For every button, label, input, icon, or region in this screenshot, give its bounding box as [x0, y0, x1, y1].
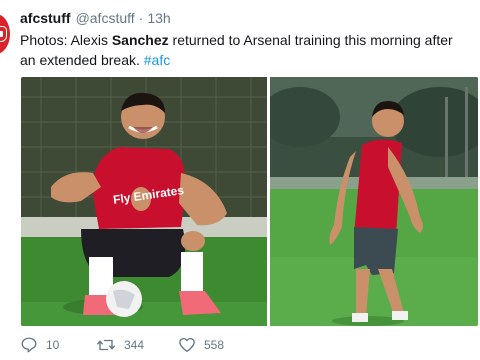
photo-2-image: [270, 77, 478, 326]
retweet-button[interactable]: 344: [96, 336, 178, 354]
tweet-header: afcstuff @afcstuff · 13h: [20, 8, 171, 28]
like-count: 558: [204, 338, 225, 352]
tweet-text-start: Photos: Alexis: [20, 32, 112, 48]
photo-sanchez-walking[interactable]: [270, 77, 478, 326]
user-handle[interactable]: @afcstuff: [76, 10, 135, 26]
tweet-text-highlight: Sanchez: [111, 32, 169, 48]
separator-dot: ·: [138, 10, 144, 26]
avatar[interactable]: [0, 14, 10, 54]
heart-icon: [179, 337, 195, 353]
tweet-timestamp[interactable]: 13h: [147, 10, 170, 26]
reply-button[interactable]: 10: [20, 336, 96, 354]
retweet-icon: [96, 339, 116, 351]
reply-icon: [21, 337, 37, 353]
tweet-actions: 10 344 558: [20, 334, 258, 356]
display-name[interactable]: afcstuff: [20, 10, 71, 26]
tweet-media: Fly Emirates: [21, 77, 478, 326]
hashtag-link[interactable]: #afc: [144, 52, 170, 68]
retweet-count: 344: [124, 338, 145, 352]
photo-sanchez-crouching[interactable]: Fly Emirates: [21, 77, 267, 326]
tweet-text: Photos: Alexis Sanchez returned to Arsen…: [20, 30, 470, 70]
reply-count: 10: [46, 338, 60, 352]
photo-1-image: Fly Emirates: [21, 77, 267, 326]
arsenal-crest-icon: [0, 26, 7, 42]
like-button[interactable]: 558: [178, 336, 258, 354]
